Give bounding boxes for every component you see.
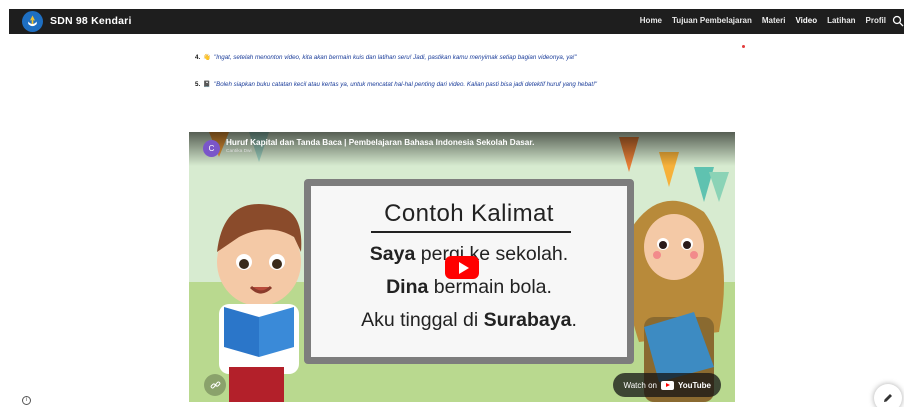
search-icon[interactable] (892, 15, 904, 27)
board-line-bold: Saya (369, 243, 416, 265)
board-line: Dina bermain bola. (311, 276, 627, 299)
video-title[interactable]: Huruf Kapital dan Tanda Baca | Pembelaja… (226, 138, 534, 147)
watch-on-label: Watch on (623, 380, 657, 390)
notebook-icon: 📓 (203, 81, 211, 88)
school-logo-icon[interactable] (22, 11, 43, 32)
site-brand[interactable]: SDN 98 Kendari (50, 15, 132, 27)
pencil-icon[interactable] (874, 384, 902, 407)
nav-item-materi[interactable]: Materi (762, 16, 786, 25)
waving-hand-icon: 👋 (203, 54, 211, 61)
board-line-rest: bermain bola. (428, 276, 552, 298)
item-number: 5. (195, 81, 201, 88)
nav-item-home[interactable]: Home (640, 16, 662, 25)
board-line-bold: Dina (386, 276, 429, 298)
list-item: 5. 📓 "Boleh siapkan buku catatan kecil ata… (195, 80, 597, 88)
item-text: "Boleh siapkan buku catatan kecil atau k… (213, 81, 597, 88)
board-line-bold: Surabaya (483, 309, 572, 331)
nav-item-tujuan-pembelajaran[interactable]: Tujuan Pembelajaran (672, 16, 752, 25)
board-underline (371, 231, 571, 233)
decorative-dot (742, 45, 745, 48)
info-icon[interactable]: i (22, 396, 31, 405)
youtube-logo-icon (660, 380, 674, 390)
video-channel-name[interactable]: Cantika Dwi (226, 149, 252, 154)
video-embed[interactable]: C Huruf Kapital dan Tanda Baca | Pembela… (189, 132, 735, 402)
page: SDN 98 Kendari Home Tujuan Pembelajaran … (0, 0, 904, 407)
youtube-wordmark: YouTube (677, 380, 711, 390)
item-number: 4. (195, 54, 201, 61)
channel-avatar[interactable]: C (203, 140, 220, 157)
board-line: Aku tinggal di Surabaya. (311, 309, 627, 332)
list-item: 4. 👋 "Ingat, setelah menonton video, kita … (195, 53, 577, 61)
nav-item-latihan[interactable]: Latihan (827, 16, 855, 25)
nav-item-video[interactable]: Video (795, 16, 817, 25)
item-text: "Ingat, setelah menonton video, kita aka… (213, 54, 577, 61)
play-icon[interactable] (445, 256, 479, 279)
nav-links: Home Tujuan Pembelajaran Materi Video La… (630, 16, 886, 25)
watch-on-youtube-button[interactable]: Watch on YouTube (613, 373, 721, 397)
link-icon[interactable] (204, 374, 226, 396)
navbar: SDN 98 Kendari Home Tujuan Pembelajaran … (9, 9, 904, 34)
board-line-prefix: Aku tinggal di (361, 309, 484, 331)
board-heading: Contoh Kalimat (384, 200, 554, 227)
nav-item-profil[interactable]: Profil (866, 16, 886, 25)
board-line-suffix: . (571, 309, 577, 331)
board-line-rest: pergi ke sekolah. (415, 243, 569, 265)
